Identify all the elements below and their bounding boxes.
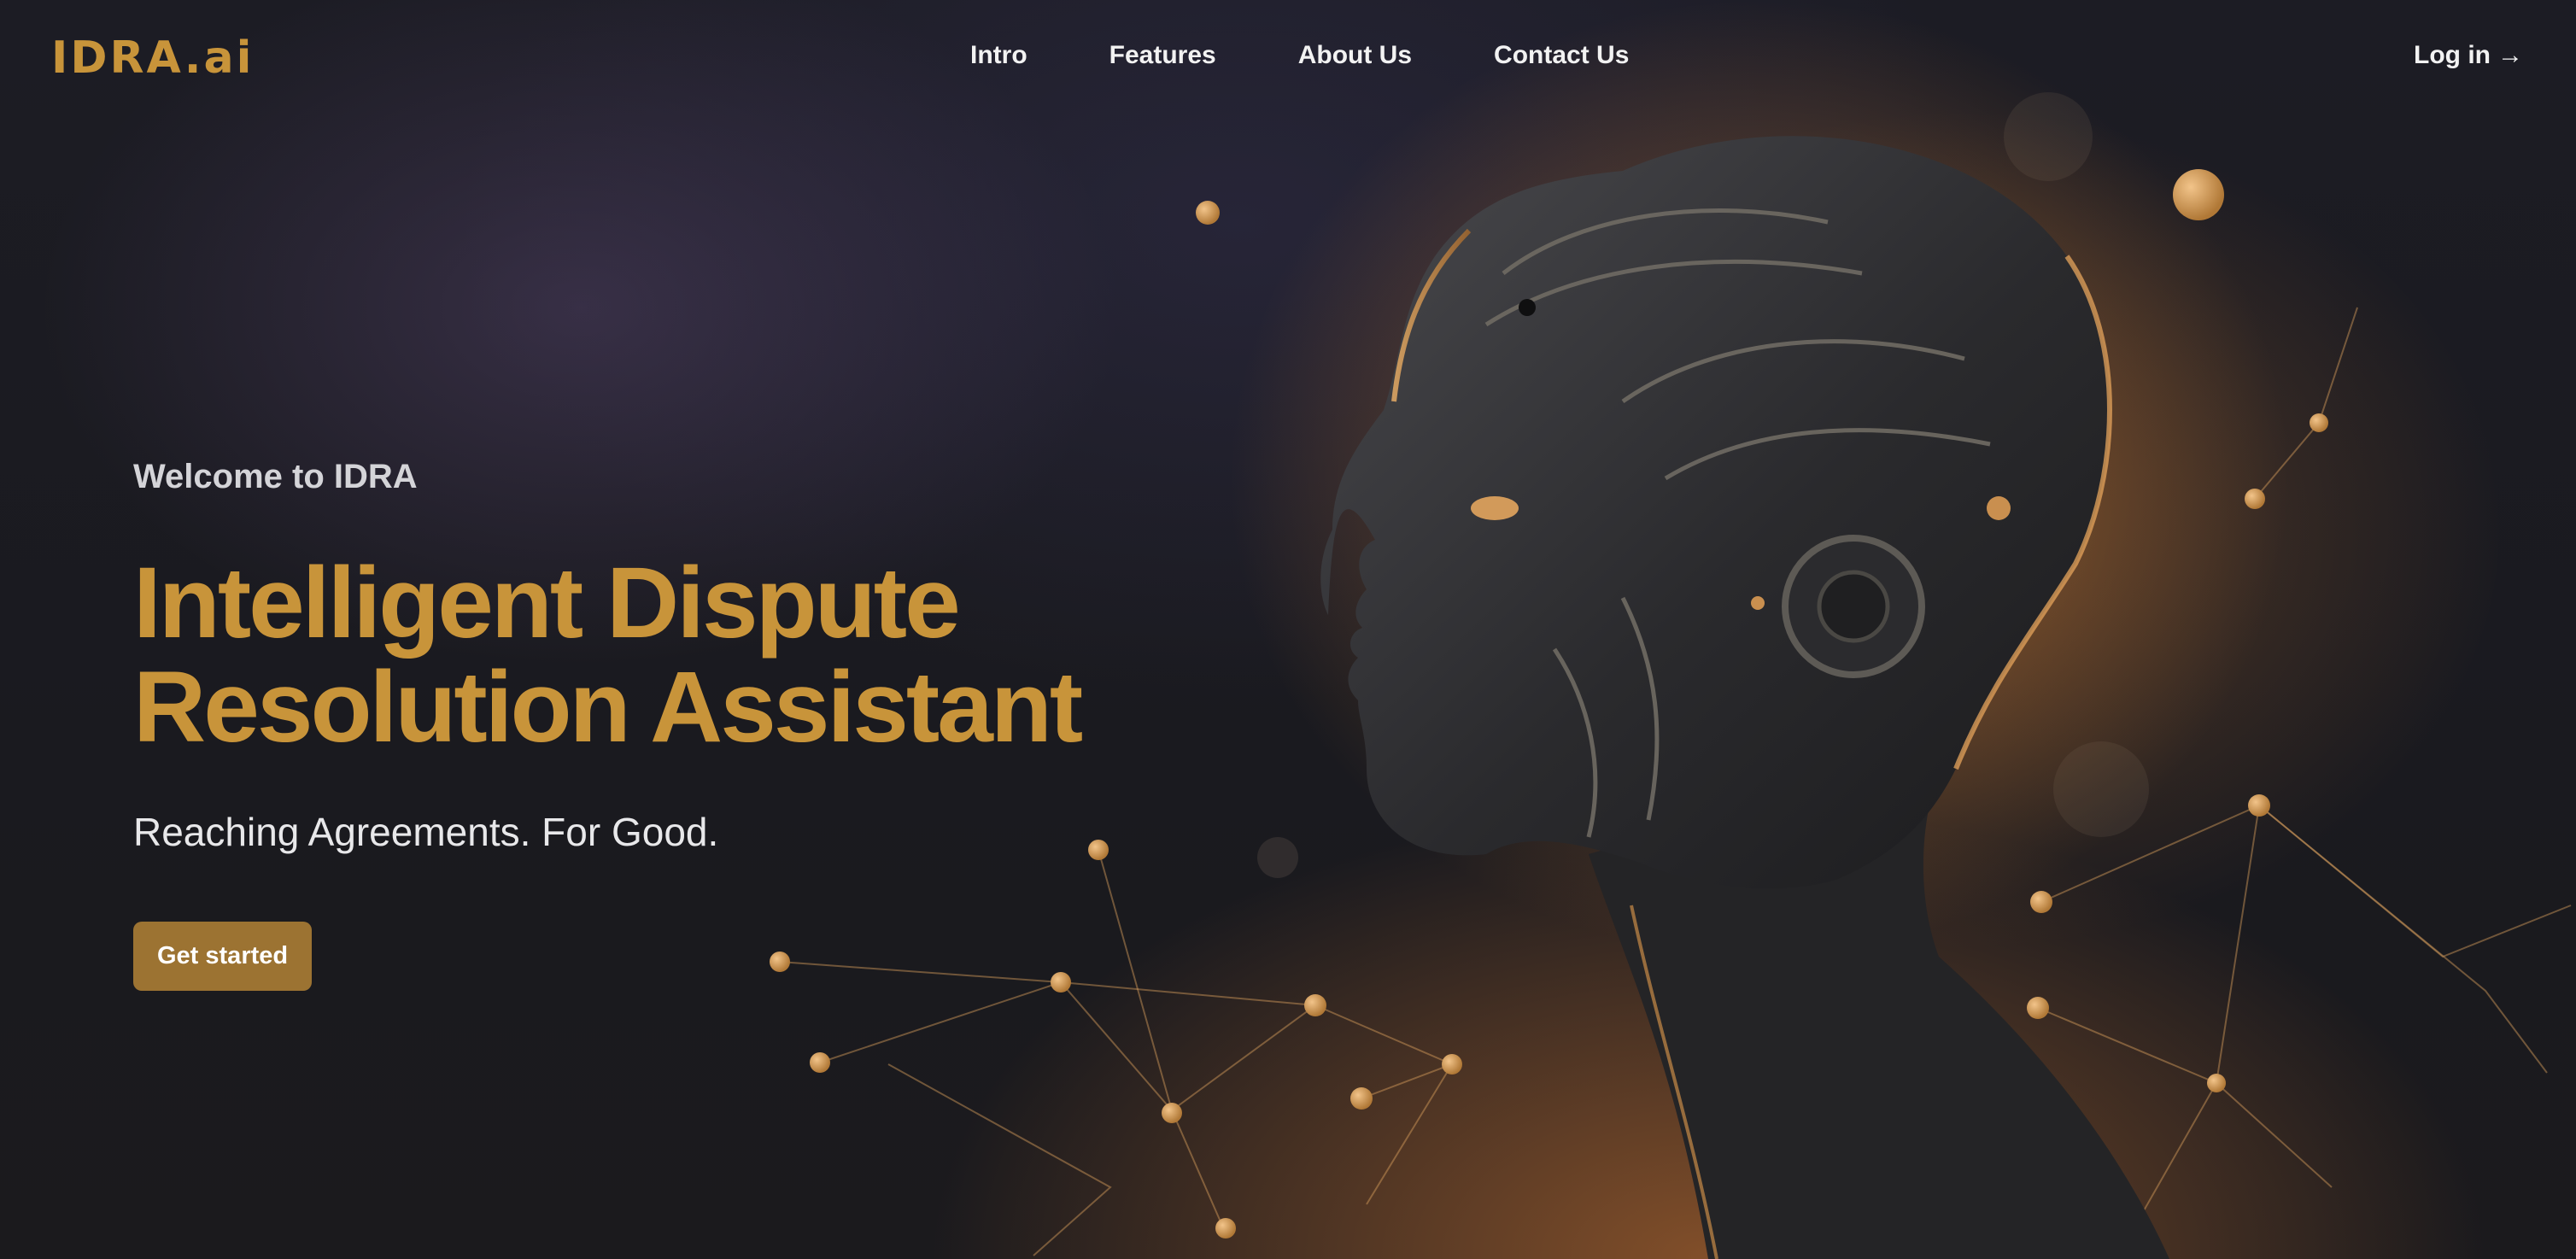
- brand-logo[interactable]: IDRA.ai: [51, 32, 254, 84]
- hero-eyebrow: Welcome to IDRA: [133, 458, 418, 495]
- login-link[interactable]: Log in →: [2414, 41, 2523, 70]
- hero-tagline: Reaching Agreements. For Good.: [133, 810, 719, 854]
- arrow-right-icon: →: [2497, 41, 2523, 69]
- hero-section: Welcome to IDRA Intelligent Dispute Reso…: [133, 458, 1244, 991]
- hero-title-line-2: Resolution Assistant: [133, 651, 1083, 764]
- hero-title-line-1: Intelligent Dispute: [133, 547, 961, 659]
- nav-link-intro[interactable]: Intro: [970, 41, 1027, 70]
- nav-link-contact-us[interactable]: Contact Us: [1494, 41, 1629, 70]
- login-label: Log in: [2414, 41, 2491, 69]
- hero-title: Intelligent Dispute Resolution Assistant: [133, 551, 1244, 759]
- nav-link-about-us[interactable]: About Us: [1298, 41, 1412, 70]
- get-started-button[interactable]: Get started: [133, 922, 313, 991]
- nav-links: Intro Features About Us Contact Us: [970, 41, 1711, 70]
- nav-link-features[interactable]: Features: [1109, 41, 1216, 70]
- top-navbar: IDRA.ai Intro Features About Us Contact …: [0, 0, 2576, 120]
